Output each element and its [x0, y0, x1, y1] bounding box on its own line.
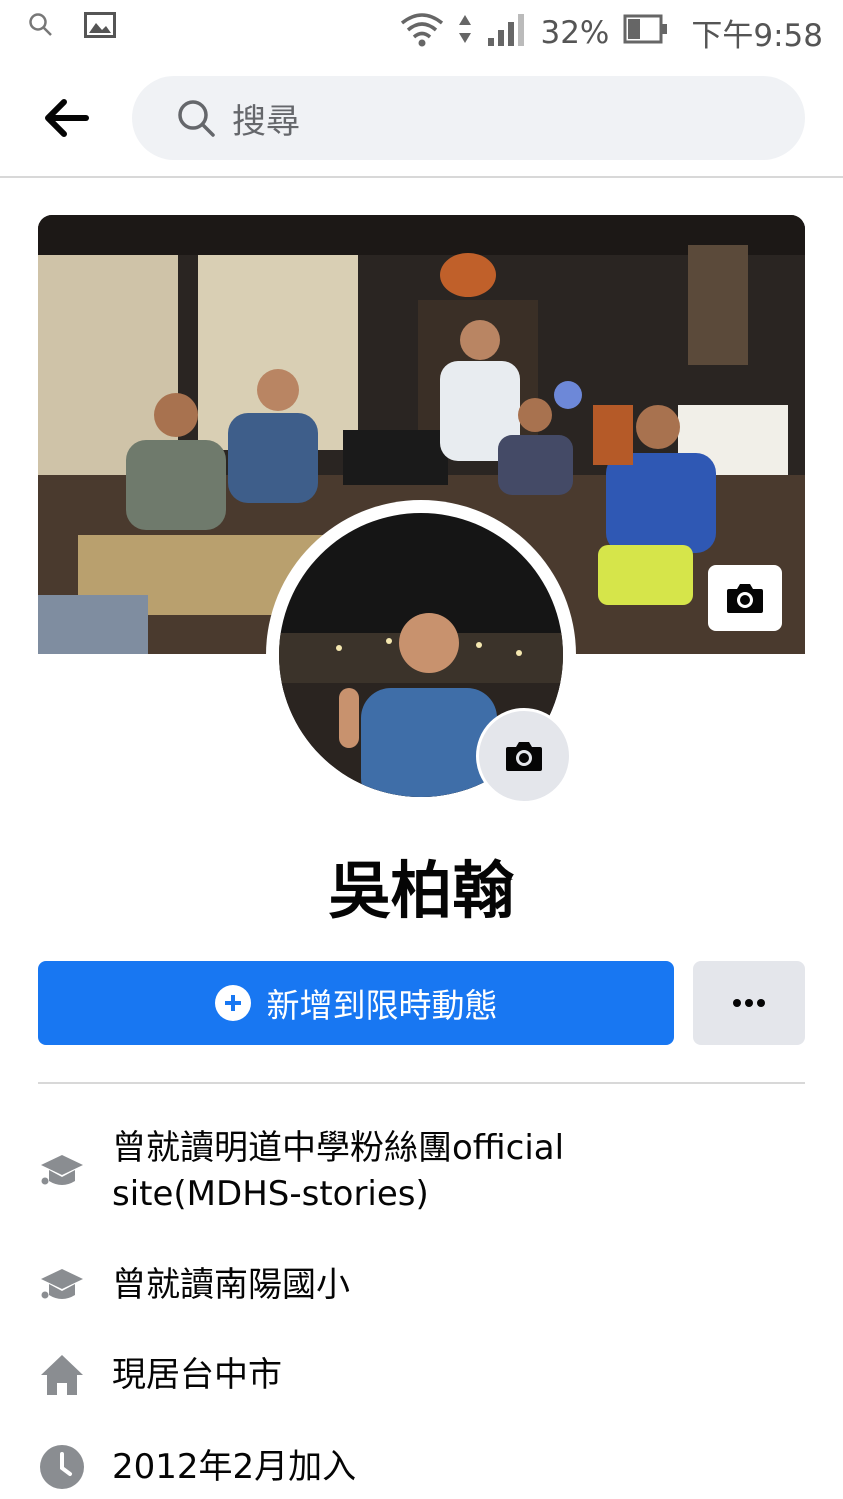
- intro-item-text: 曾就讀明道中學粉絲團official site(MDHS-stories): [112, 1128, 565, 1214]
- edit-cover-photo-button[interactable]: [708, 565, 782, 631]
- back-arrow-icon: [45, 99, 89, 137]
- profile-name: 吳柏翰: [328, 854, 515, 927]
- battery-percent: 32%: [540, 14, 610, 51]
- intro-item-joined: 2012年2月加入: [38, 1444, 356, 1490]
- graduation-cap-icon: [38, 1151, 86, 1191]
- top-bar: 搜尋: [0, 62, 843, 178]
- search-icon: [28, 12, 54, 42]
- search-input[interactable]: 搜尋: [132, 76, 805, 160]
- more-dots-icon: [733, 999, 765, 1007]
- wifi-icon: [400, 11, 444, 55]
- intro-item-text: 2012年2月加入: [112, 1447, 357, 1487]
- graduation-cap-icon: [38, 1265, 86, 1305]
- data-arrows-icon: [458, 13, 472, 53]
- home-icon: [38, 1353, 86, 1397]
- camera-icon: [727, 584, 763, 613]
- camera-icon: [506, 742, 542, 771]
- divider: [38, 1082, 805, 1084]
- back-button[interactable]: [42, 96, 92, 140]
- status-bar: 32% 下午9:58: [0, 0, 843, 62]
- search-placeholder: 搜尋: [232, 101, 300, 142]
- intro-item-education-1[interactable]: 曾就讀明道中學粉絲團official site(MDHS-stories): [38, 1125, 672, 1217]
- add-to-story-label: 新增到限時動態: [266, 986, 498, 1025]
- intro-item-current-city[interactable]: 現居台中市: [38, 1352, 282, 1398]
- gallery-icon: [84, 12, 116, 42]
- more-options-button[interactable]: [693, 961, 805, 1045]
- battery-icon: [623, 14, 669, 52]
- intro-item-text: 現居台中市: [112, 1355, 282, 1395]
- plus-icon: [214, 985, 251, 1021]
- clock-icon: [38, 1444, 86, 1490]
- search-icon: [178, 100, 215, 137]
- edit-profile-picture-button[interactable]: [476, 708, 572, 804]
- clock-time: 下午9:58: [691, 18, 823, 54]
- signal-icon: [486, 12, 526, 54]
- intro-item-text: 曾就讀南陽國小: [112, 1265, 350, 1305]
- intro-item-education-2[interactable]: 曾就讀南陽國小: [38, 1262, 350, 1308]
- add-to-story-button[interactable]: 新增到限時動態: [38, 961, 674, 1045]
